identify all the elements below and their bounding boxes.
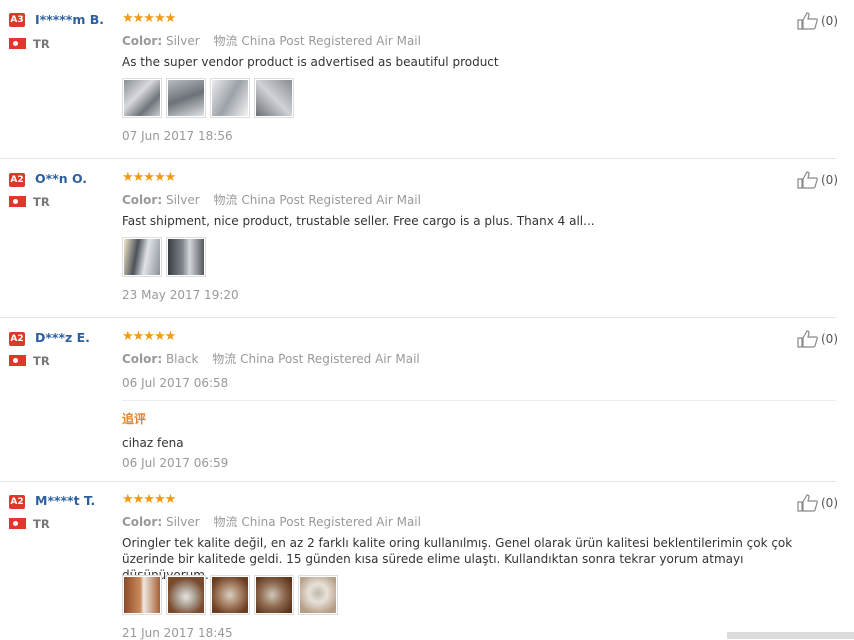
review-text: Fast shipment, nice product, trustable s… [122, 214, 595, 228]
shipping-prefix: 物流 [213, 34, 238, 48]
shipping-method: China Post Registered Air Mail [241, 193, 421, 207]
review-photo-thumbnail[interactable] [122, 237, 162, 277]
color-label: Color: [122, 193, 163, 207]
shipping-method: China Post Registered Air Mail [241, 34, 421, 48]
review-photo-thumbnail[interactable] [210, 575, 250, 615]
horizontal-scrollbar[interactable] [727, 632, 854, 639]
reviewer-country: TR [33, 354, 50, 368]
review-photo-thumbnail[interactable] [298, 575, 338, 615]
helpful-count: (0) [821, 332, 838, 346]
thumbs-up-icon [797, 330, 818, 348]
review-photos [122, 575, 338, 615]
helpful-button[interactable]: (0) [797, 12, 838, 30]
rating-stars: ★★★★★ [122, 11, 176, 26]
reviewer-country: TR [33, 195, 50, 209]
review-divider [0, 158, 836, 159]
reviewer-name[interactable]: M****t T. [35, 493, 95, 508]
order-info: Color: Black 物流 China Post Registered Ai… [122, 350, 420, 367]
member-level-badge: A2 [9, 173, 25, 187]
color-value: Silver [165, 193, 200, 207]
helpful-button[interactable]: (0) [797, 171, 838, 189]
thumbs-up-icon [797, 171, 818, 189]
order-info: Color: Silver 物流 China Post Registered A… [122, 513, 421, 530]
followup-text: cihaz fena [122, 436, 184, 450]
rating-stars: ★★★★★ [122, 329, 176, 344]
turkey-flag-icon [9, 196, 26, 207]
review-photo-thumbnail[interactable] [254, 78, 294, 118]
reviewer-name[interactable]: I*****m B. [35, 12, 104, 27]
color-label: Color: [122, 352, 163, 366]
review-photo-thumbnail[interactable] [166, 78, 206, 118]
helpful-button[interactable]: (0) [797, 494, 838, 512]
color-label: Color: [122, 515, 163, 529]
color-value: Silver [165, 515, 200, 529]
shipping-prefix: 物流 [212, 352, 237, 366]
review-date: 21 Jun 2017 18:45 [122, 626, 233, 640]
review-photo-thumbnail[interactable] [122, 575, 162, 615]
review-date: 07 Jun 2017 18:56 [122, 129, 233, 143]
color-label: Color: [122, 34, 163, 48]
review-text: As the super vendor product is advertise… [122, 55, 499, 69]
order-info: Color: Silver 物流 China Post Registered A… [122, 32, 421, 49]
review-photo-thumbnail[interactable] [254, 575, 294, 615]
shipping-prefix: 物流 [213, 193, 238, 207]
thumbs-up-icon [797, 12, 818, 30]
rating-stars: ★★★★★ [122, 170, 176, 185]
review-photos [122, 78, 294, 118]
review-photos [122, 237, 206, 277]
order-info: Color: Silver 物流 China Post Registered A… [122, 191, 421, 208]
review-photo-thumbnail[interactable] [122, 78, 162, 118]
reviewer-name[interactable]: D***z E. [35, 330, 90, 345]
review-photo-thumbnail[interactable] [166, 237, 206, 277]
turkey-flag-icon [9, 38, 26, 49]
followup-date: 06 Jul 2017 06:59 [122, 456, 229, 470]
turkey-flag-icon [9, 518, 26, 529]
review-photo-thumbnail[interactable] [166, 575, 206, 615]
reviewer-country: TR [33, 37, 50, 51]
member-level-badge: A2 [9, 332, 25, 346]
review-date: 23 May 2017 19:20 [122, 288, 239, 302]
rating-stars: ★★★★★ [122, 492, 176, 507]
review-divider [0, 481, 836, 482]
reviewer-country: TR [33, 517, 50, 531]
thumbs-up-icon [797, 494, 818, 512]
color-value: Black [165, 352, 199, 366]
color-value: Silver [165, 34, 200, 48]
turkey-flag-icon [9, 355, 26, 366]
helpful-count: (0) [821, 496, 838, 510]
shipping-method: China Post Registered Air Mail [241, 515, 421, 529]
helpful-count: (0) [821, 14, 838, 28]
review-photo-thumbnail[interactable] [210, 78, 250, 118]
shipping-method: China Post Registered Air Mail [240, 352, 420, 366]
member-level-badge: A3 [9, 13, 25, 27]
review-divider [0, 317, 836, 318]
member-level-badge: A2 [9, 495, 25, 509]
review-date: 06 Jul 2017 06:58 [122, 376, 229, 390]
followup-label: 追评 [122, 412, 147, 426]
followup-divider [122, 400, 836, 401]
reviewer-name[interactable]: O**n O. [35, 171, 87, 186]
helpful-button[interactable]: (0) [797, 330, 838, 348]
shipping-prefix: 物流 [213, 515, 238, 529]
helpful-count: (0) [821, 173, 838, 187]
